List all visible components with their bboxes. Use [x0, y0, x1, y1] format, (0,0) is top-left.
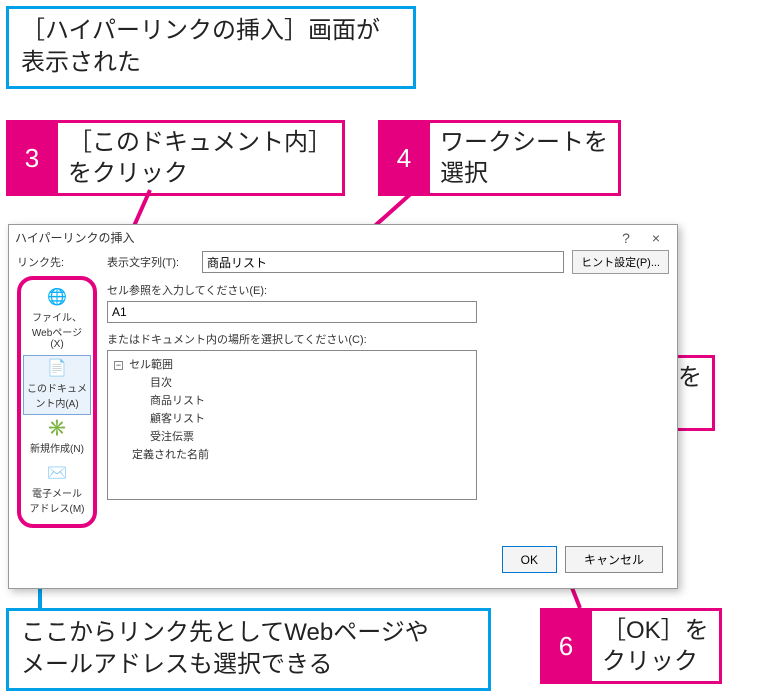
display-text-label: 表示文字列(T):	[107, 254, 202, 270]
link-target-label: 電子メール アドレス(M)	[30, 489, 85, 515]
help-icon[interactable]: ?	[611, 230, 641, 246]
tree-item-label: 目次	[150, 377, 172, 389]
dialog-titlebar: ハイパーリンクの挿入 ? ×	[9, 225, 677, 250]
link-target-panel: 🌐 ファイル、Webページ(X) 📄 このドキュメント内(A) ✳️ 新規作成(…	[17, 276, 97, 528]
link-to-label: リンク先:	[17, 250, 97, 276]
callout-screen-displayed: ［ハイパーリンクの挿入］画面が表示された	[6, 6, 416, 89]
step-text: ［OK］をクリック	[592, 608, 722, 684]
tree-label: またはドキュメント内の場所を選択してください(C):	[107, 331, 669, 347]
close-icon[interactable]: ×	[641, 230, 671, 246]
ok-button[interactable]: OK	[502, 546, 557, 573]
tree-item-label: 顧客リスト	[150, 413, 205, 425]
callout-text: ここからリンク先としてWebページやメールアドレスも選択できる	[21, 619, 429, 678]
tree-group-label: セル範囲	[129, 359, 173, 371]
callout-step-4: 4 ワークシートを選択	[378, 120, 621, 196]
cell-ref-label: セル参照を入力してください(E):	[107, 282, 669, 298]
callout-other-link-types: ここからリンク先としてWebページやメールアドレスも選択できる	[6, 608, 491, 691]
callout-step-6: 6 ［OK］をクリック	[540, 608, 722, 684]
tree-group-cellrange[interactable]: − セル範囲	[114, 355, 470, 373]
step-number: 6	[540, 608, 592, 684]
tree-item[interactable]: 目次	[114, 373, 470, 391]
collapse-icon[interactable]: −	[114, 361, 123, 370]
tree-item-label: 商品リスト	[150, 395, 205, 407]
display-text-input[interactable]	[202, 251, 564, 273]
step-text: ［このドキュメント内］をクリック	[58, 120, 345, 196]
tree-item-label: 受注伝票	[150, 431, 194, 443]
link-target-new[interactable]: ✳️ 新規作成(N)	[23, 415, 91, 460]
link-target-label: 新規作成(N)	[30, 444, 84, 455]
step-number: 4	[378, 120, 430, 196]
link-target-web[interactable]: 🌐 ファイル、Webページ(X)	[23, 284, 91, 355]
cancel-button[interactable]: キャンセル	[565, 546, 663, 573]
step-number: 3	[6, 120, 58, 196]
mail-icon: ✉️	[46, 465, 68, 483]
link-target-this-document[interactable]: 📄 このドキュメント内(A)	[23, 355, 91, 415]
cell-ref-input[interactable]	[107, 301, 477, 323]
link-target-label: ファイル、Webページ(X)	[32, 313, 82, 350]
callout-step-3: 3 ［このドキュメント内］をクリック	[6, 120, 345, 196]
step-text: ワークシートを選択	[430, 120, 621, 196]
tree-item[interactable]: 商品リスト	[114, 391, 470, 409]
insert-hyperlink-dialog: ハイパーリンクの挿入 ? × リンク先: 🌐 ファイル、Webページ(X) 📄 …	[8, 224, 678, 589]
new-doc-icon: ✳️	[46, 420, 68, 438]
screen-tip-button[interactable]: ヒント設定(P)...	[572, 250, 669, 274]
tree-item[interactable]: 顧客リスト	[114, 409, 470, 427]
dialog-title: ハイパーリンクの挿入	[15, 229, 611, 246]
tree-item[interactable]: 受注伝票	[114, 427, 470, 445]
link-target-email[interactable]: ✉️ 電子メール アドレス(M)	[23, 460, 91, 520]
globe-page-icon: 🌐	[46, 289, 68, 307]
location-tree[interactable]: − セル範囲 目次 商品リスト 顧客リスト 受注伝票 定義された名前	[107, 350, 477, 500]
document-icon: 📄	[46, 360, 68, 378]
tree-group-defined-names[interactable]: 定義された名前	[114, 445, 470, 463]
tree-group-label: 定義された名前	[132, 449, 209, 461]
link-target-label: このドキュメント内(A)	[27, 384, 87, 410]
callout-text: ［ハイパーリンクの挿入］画面が表示された	[21, 17, 380, 76]
